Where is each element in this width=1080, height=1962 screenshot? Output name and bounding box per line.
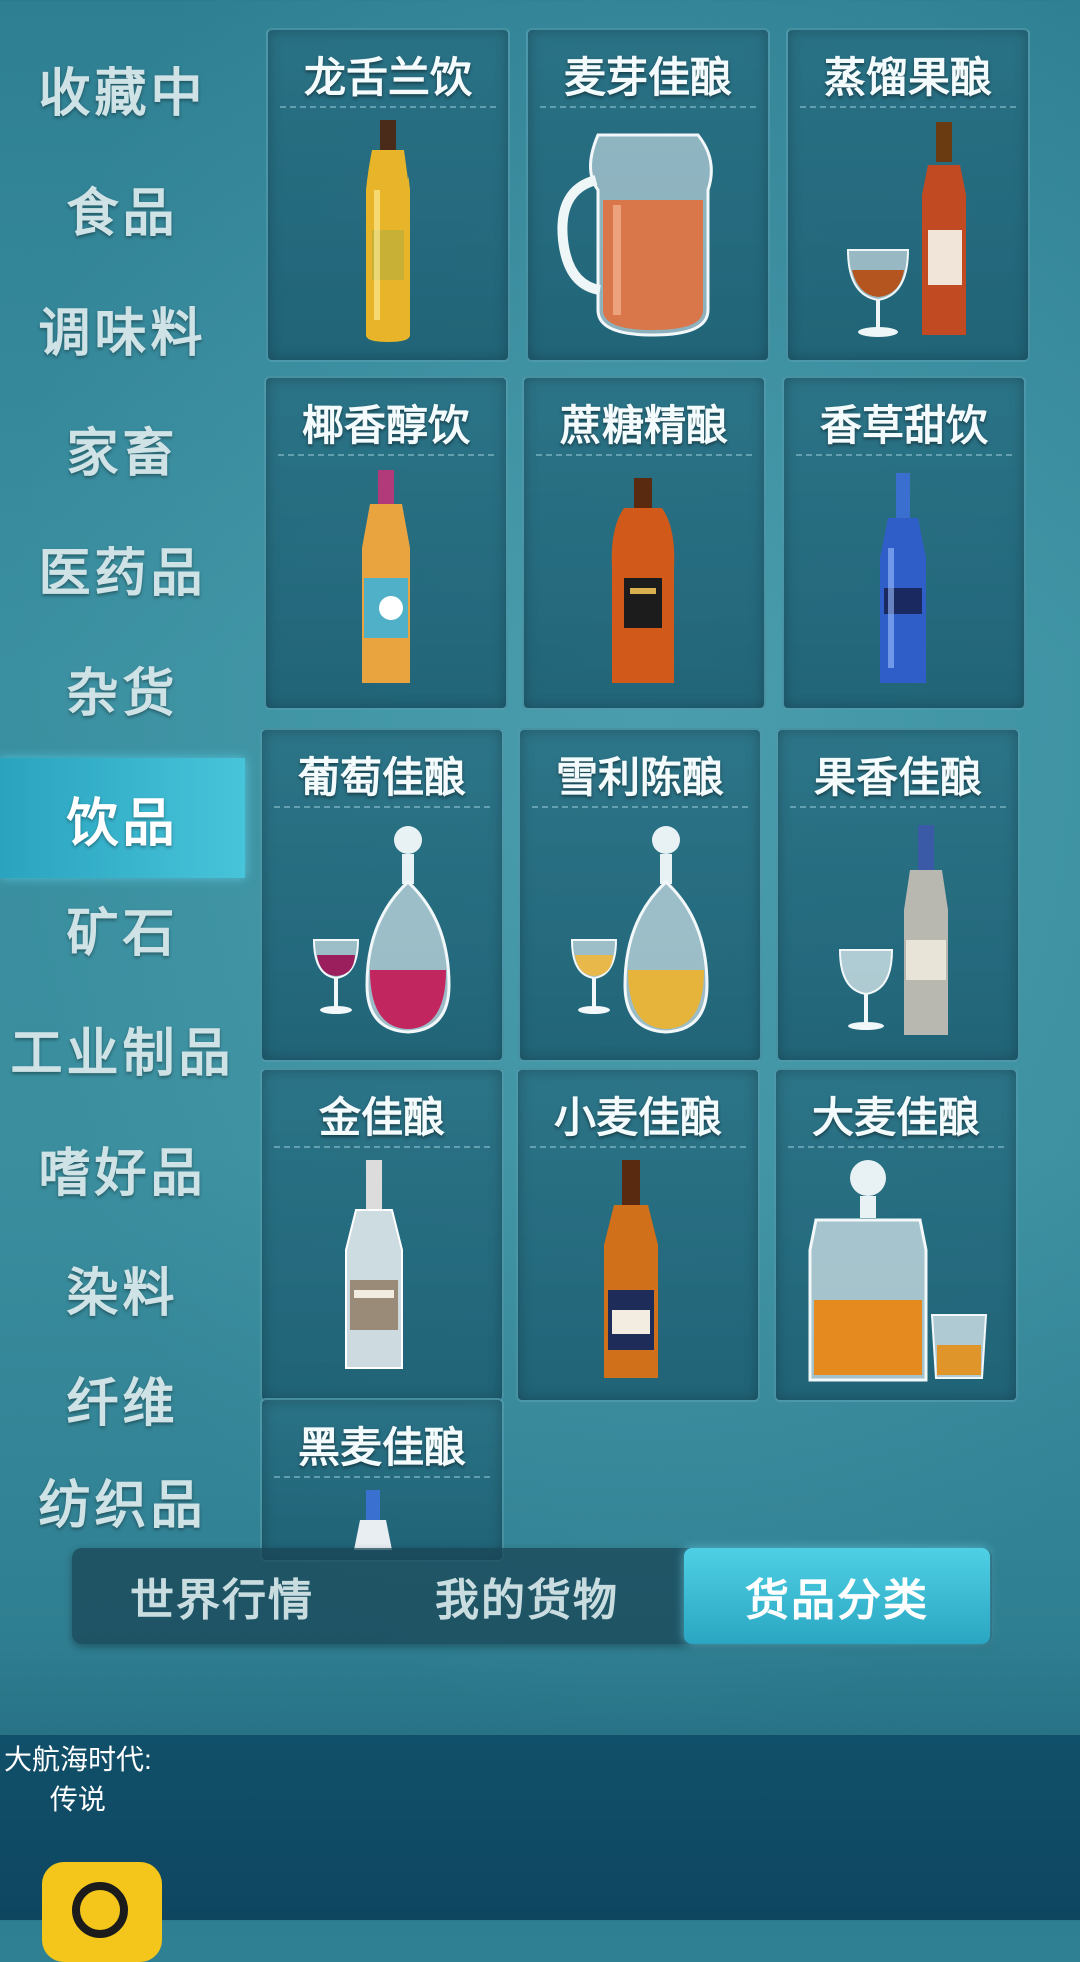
whisky-bottle-icon [604,1160,658,1378]
category-label: 纺织品 [38,1475,207,1536]
goods-card[interactable]: 龙舌兰饮 [266,28,510,362]
coconut-bottle-icon [362,470,410,683]
goods-name: 雪利陈酿 [555,753,724,802]
goods-card[interactable]: 葡萄佳酿 [260,728,504,1062]
tab-label: 货品分类 [745,1575,929,1626]
bottom-tab-bar: 世界行情 我的货物 货品分类 [72,1548,992,1644]
divider [274,1146,490,1148]
category-label: 收藏中 [38,63,207,124]
tab-label: 我的货物 [435,1575,619,1626]
tab-goods-category[interactable]: 货品分类 [684,1548,990,1644]
goods-name: 果香佳酿 [813,753,982,802]
goods-card[interactable]: 蒸馏果酿 [786,28,1030,362]
goods-card[interactable]: 小麦佳酿 [516,1068,760,1402]
tab-label: 世界行情 [130,1575,314,1626]
tab-world-market[interactable]: 世界行情 [72,1548,372,1644]
goods-card[interactable]: 金佳酿 [260,1068,504,1402]
silver-bottle-glass-icon [838,825,948,1035]
category-sidebar: 收藏中 食品 调味料 家畜 医药品 杂货 饮品 矿石 工业制品 嗜好品 染料 纤… [0,20,250,1550]
goods-name: 金佳酿 [318,1093,445,1142]
category-label: 饮品 [66,793,179,854]
goods-name: 小麦佳酿 [553,1093,722,1142]
goods-grid: 龙舌兰饮 麦芽佳酿 蒸馏果酿 椰香醇饮 蔗糖精酿 香草甜饮 葡萄佳酿 雪利陈酿 … [260,28,1030,1562]
goods-name: 麦芽佳酿 [563,53,732,102]
category-fibers[interactable]: 纤维 [0,1358,245,1438]
category-label: 家畜 [66,423,179,484]
goods-name: 蒸馏果酿 [823,53,992,102]
divider [278,454,494,456]
app-name-line2: 传说 [49,1784,106,1815]
divider [274,806,490,808]
category-label: 医药品 [38,543,207,604]
goods-card[interactable]: 雪利陈酿 [518,728,762,1062]
goods-name: 蔗糖精酿 [559,401,728,450]
goods-name: 大麦佳酿 [811,1093,980,1142]
category-label: 染料 [66,1263,179,1324]
category-sundries[interactable]: 杂货 [0,648,245,728]
sherry-decanter-icon [570,826,709,1034]
category-label: 调味料 [38,303,207,364]
divider [280,106,496,108]
goods-name: 椰香醇饮 [301,401,470,450]
goods-card[interactable]: 麦芽佳酿 [526,28,770,362]
goods-name: 龙舌兰饮 [303,53,472,102]
category-label: 嗜好品 [38,1143,207,1204]
whisky-decanter-icon [808,1160,988,1382]
app-icon[interactable] [42,1862,162,1962]
divider [274,1476,490,1478]
category-label: 纤维 [66,1373,179,1434]
bottom-panel [0,1735,1080,1920]
category-label: 工业制品 [10,1023,235,1084]
category-drinks[interactable]: 饮品 [0,758,245,878]
goods-card[interactable]: 蔗糖精酿 [522,376,766,710]
divider [800,106,1016,108]
category-medicine[interactable]: 医药品 [0,528,245,608]
category-favorites[interactable]: 收藏中 [0,48,245,128]
tab-my-cargo[interactable]: 我的货物 [372,1548,682,1644]
wine-decanter-icon [312,826,451,1034]
goods-card[interactable]: 椰香醇饮 [264,376,508,710]
yellow-bottle-icon [366,120,410,342]
lightning-icon [72,1882,128,1938]
goods-card[interactable]: 香草甜饮 [782,376,1026,710]
blue-bottle-icon [880,473,926,683]
divider [536,454,752,456]
category-food[interactable]: 食品 [0,168,245,248]
category-label: 食品 [66,183,179,244]
category-textiles[interactable]: 纺织品 [0,1460,245,1540]
goods-card[interactable]: 果香佳酿 [776,728,1020,1062]
category-seasoning[interactable]: 调味料 [0,288,245,368]
divider [532,806,748,808]
goods-card[interactable]: 大麦佳酿 [774,1068,1018,1402]
category-ore[interactable]: 矿石 [0,888,245,968]
brandy-bottle-glass-icon [846,122,966,337]
goods-name: 香草甜饮 [819,401,988,450]
divider [788,1146,1004,1148]
goods-card[interactable]: 黑麦佳酿 [260,1398,504,1562]
category-livestock[interactable]: 家畜 [0,408,245,488]
category-label: 矿石 [66,903,179,964]
pitcher-icon [557,133,713,337]
divider [796,454,1012,456]
app-name-line1: 大航海时代: [4,1744,152,1775]
category-luxury[interactable]: 嗜好品 [0,1128,245,1208]
category-label: 杂货 [66,663,179,724]
category-dyes[interactable]: 染料 [0,1248,245,1328]
category-industrial[interactable]: 工业制品 [0,1008,245,1088]
divider [540,106,756,108]
divider [790,806,1006,808]
app-name: 大航海时代: 传说 [4,1740,152,1820]
divider [530,1146,746,1148]
goods-name: 葡萄佳酿 [297,753,466,802]
rum-bottle-icon [611,478,675,683]
goods-name: 黑麦佳酿 [297,1423,466,1472]
gin-bottle-icon [345,1160,403,1369]
